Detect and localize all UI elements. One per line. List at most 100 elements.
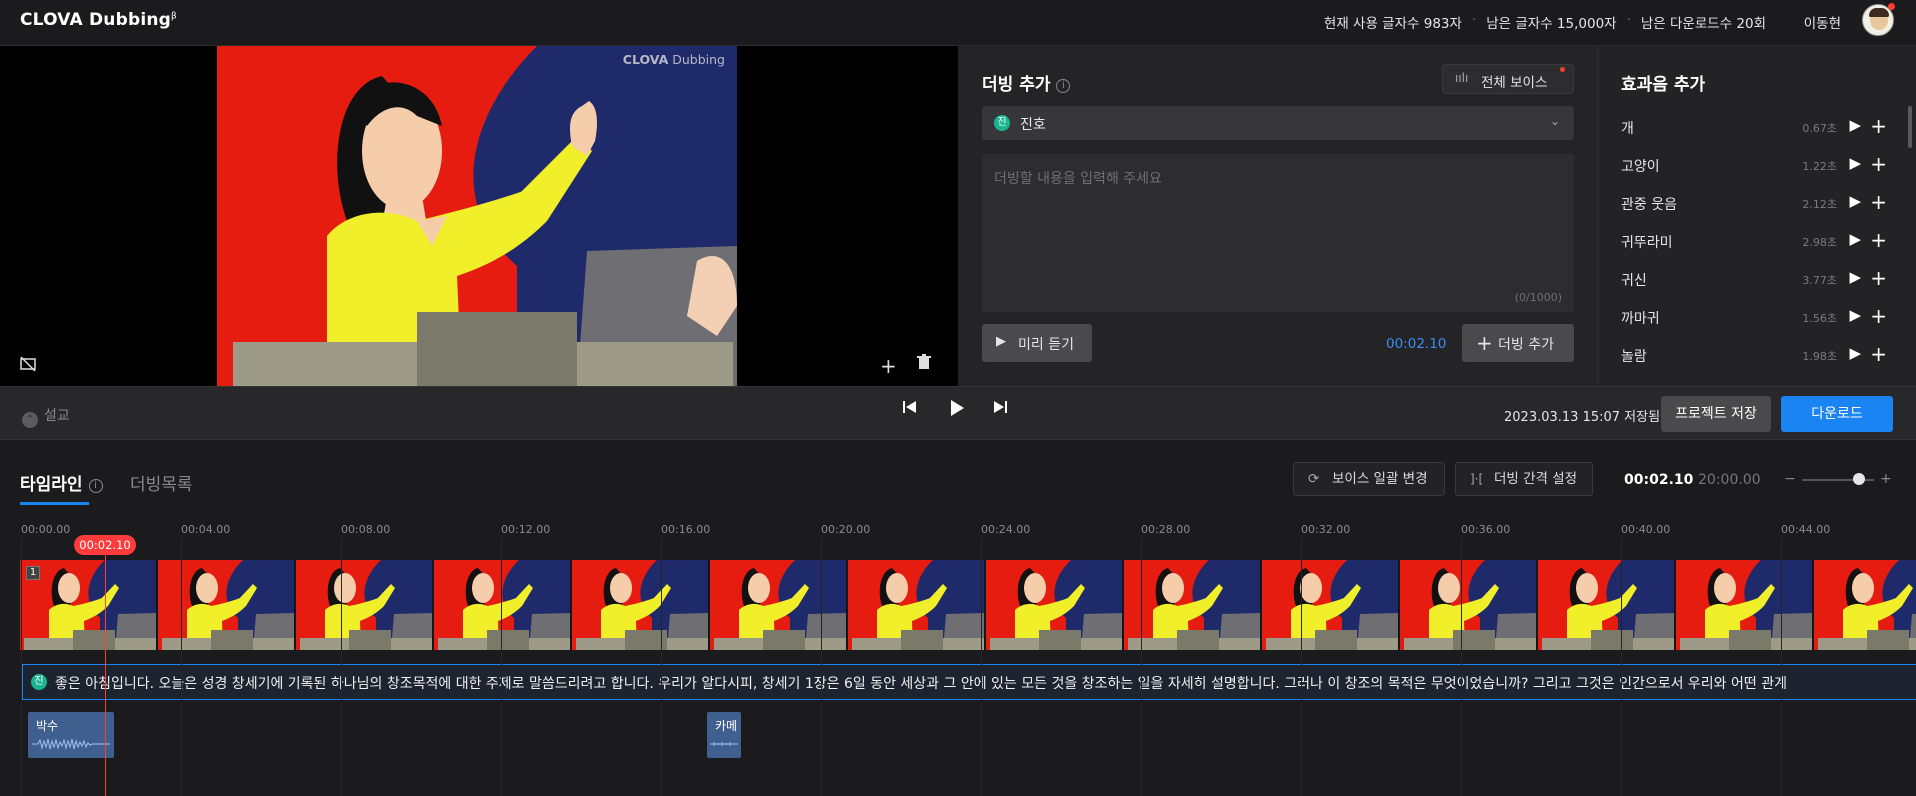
- save-project-button[interactable]: 프로젝트 저장: [1661, 396, 1771, 432]
- video-thumbnail: [986, 560, 1123, 650]
- avatar[interactable]: [1862, 3, 1895, 36]
- add-icon[interactable]: +: [1870, 304, 1887, 328]
- video-thumbnail: [1814, 560, 1916, 650]
- subtitle-off-icon[interactable]: [20, 356, 36, 376]
- timeline-total-time: 20:00.00: [1698, 472, 1761, 488]
- effect-item[interactable]: 까마귀 1.56초 ▶ +: [1621, 304, 1889, 328]
- ruler-tick-label: 00:44.00: [1781, 523, 1831, 536]
- play-icon[interactable]: ▶: [1849, 230, 1861, 248]
- waveform-icon: [32, 738, 110, 750]
- zoom-in-icon[interactable]: +: [1880, 471, 1892, 487]
- interval-icon: ]·[: [1470, 472, 1484, 486]
- effect-item[interactable]: 고양이 1.22초 ▶ +: [1621, 152, 1889, 176]
- zoom-slider-knob[interactable]: [1853, 473, 1865, 485]
- add-icon[interactable]: +: [1870, 114, 1887, 138]
- new-dot: [1560, 67, 1565, 72]
- effect-clip[interactable]: 박수: [28, 712, 114, 758]
- effects-scrollbar[interactable]: [1908, 106, 1912, 148]
- video-thumbnail: [572, 560, 709, 650]
- effect-item[interactable]: 귀뚜라미 2.98초 ▶ +: [1621, 228, 1889, 252]
- info-icon[interactable]: i: [1056, 79, 1071, 93]
- play-icon[interactable]: ▶: [1849, 306, 1861, 324]
- download-button[interactable]: 다운로드: [1781, 396, 1893, 432]
- voice-select[interactable]: 진 진호 ⌄: [982, 106, 1574, 140]
- user-name[interactable]: 이동현: [1804, 12, 1841, 32]
- play-icon[interactable]: ▶: [1849, 116, 1861, 134]
- ruler-tick-label: 00:28.00: [1141, 523, 1191, 536]
- remaining-chars: 남은 글자수 15,000자: [1486, 16, 1617, 32]
- playback-control-bar: ⌃ 설교 2023.03.13 15:07 저장됨 프로젝트 저장 다운로드: [0, 386, 1916, 440]
- ruler-tick-label: 00:24.00: [981, 523, 1031, 536]
- ruler-tick-label: 00:16.00: [661, 523, 711, 536]
- skip-back-icon[interactable]: [902, 399, 918, 420]
- playhead-line[interactable]: [105, 542, 106, 796]
- ruler-tick-label: 00:36.00: [1461, 523, 1511, 536]
- video-frame-illustration: [217, 46, 737, 386]
- play-icon[interactable]: ▶: [1849, 154, 1861, 172]
- avatar-hair: [1869, 8, 1889, 17]
- gridline: [981, 540, 982, 796]
- effect-item[interactable]: 놀람 1.98초 ▶ +: [1621, 342, 1889, 366]
- chevron-down-icon: ⌄: [1549, 114, 1560, 128]
- bulk-voice-change-button[interactable]: ⟳ 보이스 일괄 변경: [1293, 462, 1445, 496]
- refresh-icon: ⟳: [1308, 471, 1320, 487]
- play-icon: ▶: [996, 334, 1006, 349]
- add-dubbing-button[interactable]: + 더빙 추가: [1462, 324, 1574, 362]
- remaining-downloads: 남은 다운로드수 20회: [1640, 16, 1766, 32]
- effect-item[interactable]: 개 0.67초 ▶ +: [1621, 114, 1889, 138]
- all-voices-button[interactable]: ıılı 전체 보이스: [1442, 64, 1574, 94]
- app-logo[interactable]: CLOVA Dubbingβ: [20, 10, 177, 30]
- gridline: [1781, 540, 1782, 796]
- timeline-current-time: 00:02.10: [1624, 472, 1694, 488]
- video-thumbnail: [158, 560, 295, 650]
- all-voices-label: 전체 보이스: [1481, 75, 1548, 91]
- ruler-tick-label: 00:40.00: [1621, 523, 1671, 536]
- tab-timeline[interactable]: 타임라인 i: [20, 470, 103, 495]
- dubbing-text-input[interactable]: 더빙할 내용을 입력해 주세요 (0/1000): [982, 154, 1574, 312]
- ruler-tick-label: 00:00.00: [21, 523, 71, 536]
- waveform-icon: ıılı: [1455, 71, 1469, 85]
- video-track[interactable]: 1: [20, 560, 1916, 650]
- video-thumbnail: [434, 560, 571, 650]
- time-ruler[interactable]: 00:00.00 00:04.00 00:08.00 00:12.00 00:16.00…: [0, 520, 1916, 547]
- gridline: [341, 540, 342, 796]
- video-thumbnail: [1538, 560, 1675, 650]
- add-icon[interactable]: +: [1870, 190, 1887, 214]
- separator-dot: ·: [1626, 12, 1631, 28]
- tab-dub-list[interactable]: 더빙목록: [130, 470, 193, 495]
- zoom-out-icon[interactable]: −: [1784, 471, 1796, 487]
- char-counter: (0/1000): [1514, 291, 1562, 304]
- play-icon[interactable]: ▶: [1849, 268, 1861, 286]
- add-icon[interactable]: +: [1870, 228, 1887, 252]
- plus-icon[interactable]: +: [880, 354, 897, 378]
- watermark: CLOVA Dubbing: [622, 52, 725, 67]
- play-icon[interactable]: ▶: [1849, 192, 1861, 210]
- usage-stats: 현재 사용 글자수 983자 · 남은 글자수 15,000자 · 남은 다운로…: [1324, 12, 1766, 32]
- effect-clip[interactable]: 카메: [707, 712, 741, 758]
- effect-item[interactable]: 귀신 3.77초 ▶ +: [1621, 266, 1889, 290]
- play-icon[interactable]: ▶: [1849, 344, 1861, 362]
- effect-item[interactable]: 관중 웃음 2.12초 ▶ +: [1621, 190, 1889, 214]
- add-icon[interactable]: +: [1870, 266, 1887, 290]
- skip-forward-icon[interactable]: [992, 399, 1008, 420]
- dubbing-track-clip[interactable]: 진 좋은 아침입니다. 오늘은 성경 창세기에 기록된 하나님의 창조목적에 대…: [22, 664, 1916, 700]
- add-icon[interactable]: +: [1870, 152, 1887, 176]
- play-icon[interactable]: [948, 399, 966, 422]
- voice-name: 진호: [1020, 117, 1046, 133]
- trash-icon[interactable]: [917, 354, 931, 374]
- guide-toggle[interactable]: ⌃ 설교: [22, 405, 70, 428]
- video-thumbnail: [1124, 560, 1261, 650]
- gridline: [501, 540, 502, 796]
- effect-clip-label: 카메: [715, 719, 738, 733]
- info-icon[interactable]: i: [88, 479, 103, 493]
- dub-interval-button[interactable]: ]·[ 더빙 간격 설정: [1455, 462, 1593, 496]
- add-icon[interactable]: +: [1870, 342, 1887, 366]
- video-thumbnail: [1262, 560, 1399, 650]
- preview-listen-button[interactable]: ▶ 미리 듣기: [982, 324, 1092, 362]
- preview-listen-label: 미리 듣기: [1018, 337, 1074, 353]
- dubbing-panel: 더빙 추가 i ıılı 전체 보이스 진 진호 ⌄ 더빙할 내용을 입력해 주세…: [958, 46, 1598, 386]
- text-placeholder: 더빙할 내용을 입력해 주세요: [994, 171, 1162, 187]
- ruler-tick-label: 00:12.00: [501, 523, 551, 536]
- playhead-label[interactable]: 00:02.10: [74, 535, 136, 555]
- current-time-label: 00:02.10: [1386, 336, 1447, 352]
